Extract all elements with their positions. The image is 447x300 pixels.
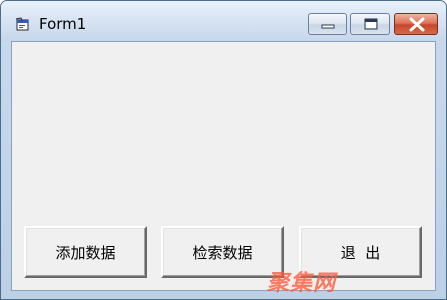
search-data-button[interactable]: 检索数据 [161,226,284,278]
site-watermark: 聚集网 [267,271,337,296]
close-button[interactable] [394,13,438,35]
form-window: Form1 添加数据 检索数据 退 出 [0,0,447,300]
form-client-area: 添加数据 检索数据 退 出 [11,41,436,291]
title-bar[interactable]: Form1 [1,1,446,41]
add-data-button[interactable]: 添加数据 [24,226,147,278]
window-title: Form1 [39,15,87,33]
app-form-icon [15,17,31,33]
maximize-button[interactable] [350,13,390,35]
minimize-button[interactable] [308,13,347,35]
